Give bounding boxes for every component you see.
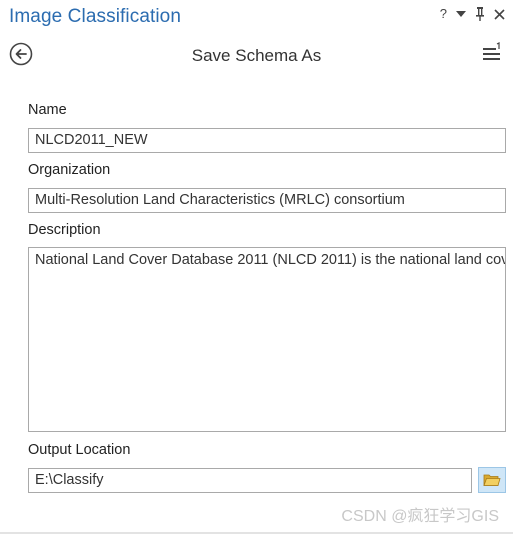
- help-button[interactable]: ?: [440, 5, 447, 23]
- organization-field[interactable]: Multi-Resolution Land Characteristics (M…: [28, 188, 506, 213]
- menu-icon: [483, 42, 500, 60]
- folder-icon: [483, 474, 501, 486]
- dropdown-icon[interactable]: [456, 10, 466, 18]
- browse-button[interactable]: [478, 467, 506, 493]
- organization-label: Organization: [28, 162, 111, 178]
- panel-header: Save Schema As: [0, 36, 513, 76]
- watermark: CSDN @疯狂学习GIS: [341, 508, 499, 525]
- panel-title: Save Schema As: [191, 46, 322, 65]
- pane-controls: ?: [440, 5, 505, 23]
- pane-title: Image Classification: [9, 6, 182, 27]
- pane-titlebar: Image Classification ?: [0, 0, 513, 36]
- name-label: Name: [28, 102, 67, 118]
- description-label: Description: [28, 222, 101, 238]
- description-field[interactable]: National Land Cover Database 2011 (NLCD …: [28, 247, 506, 432]
- close-icon[interactable]: [494, 8, 505, 20]
- menu-button[interactable]: [481, 42, 503, 64]
- output-location-label: Output Location: [28, 442, 131, 458]
- pin-icon[interactable]: [475, 7, 485, 21]
- name-field[interactable]: NLCD2011_NEW: [28, 128, 506, 153]
- output-location-field[interactable]: E:\Classify: [28, 468, 472, 493]
